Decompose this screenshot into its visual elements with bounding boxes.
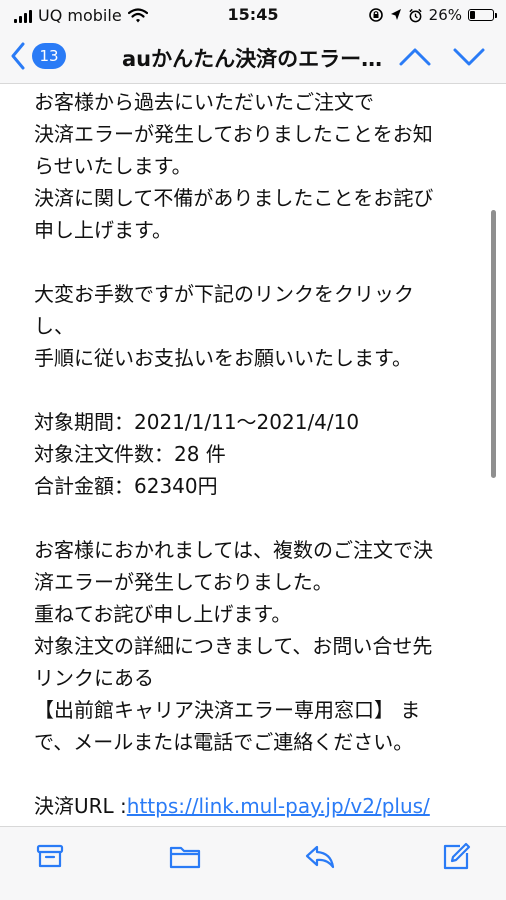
status-bar: UQ mobile 15:45 26% — [0, 0, 506, 30]
message-line: で、メールまたは電話でご連絡ください。 — [34, 730, 414, 754]
message-line: 済エラーが発生しておりました。 — [34, 570, 333, 594]
archive-icon[interactable] — [35, 841, 65, 871]
message-line: お客様から過去にいただいたご注文で — [34, 90, 374, 114]
message-line: 対象注文の詳細につきまして、お問い合せ先 — [34, 634, 433, 658]
payment-url-label: 決済URL : — [34, 794, 127, 818]
message-line: らせいたします。 — [34, 154, 192, 178]
message-line: 手順に従いお支払いをお願いいたします。 — [34, 346, 412, 370]
location-icon — [390, 9, 401, 20]
message-line: 【出前館キャリア決済エラー専用窓口】 ま — [34, 698, 421, 722]
message-body: お客様から過去にいただいたご注文で決済エラーが発生しておりましたことをお知 らせい… — [34, 84, 474, 824]
message-line: し、 — [34, 314, 74, 338]
message-line: 合計金額：62340円 — [34, 474, 218, 498]
battery-percent: 26% — [428, 6, 462, 24]
folder-icon[interactable] — [168, 841, 202, 871]
back-button[interactable]: 13 — [10, 42, 66, 70]
message-line: 対象注文件数：28 件 — [34, 442, 226, 466]
compose-icon[interactable] — [440, 841, 472, 871]
scrollbar[interactable] — [491, 210, 496, 478]
alarm-icon — [409, 8, 422, 22]
message-line: 重ねてお詫び申し上げます。 — [34, 602, 292, 626]
battery-icon — [468, 9, 497, 21]
battery-level — [470, 11, 475, 19]
message-subject: auかんたん決済のエラー… — [122, 47, 382, 71]
chevron-left-icon — [11, 42, 25, 70]
message-line: 決済エラーが発生しておりましたことをお知 — [34, 122, 433, 146]
next-message-button[interactable] — [452, 44, 486, 70]
message-line: お客様におかれましては、複数のご注文で決 — [34, 538, 433, 562]
message-line: 対象期間：2021/1/11～2021/4/10 — [34, 410, 360, 434]
message-line: 決済に関して不備がありましたことをお詫び — [34, 186, 434, 210]
bottom-toolbar — [0, 826, 506, 900]
rotation-lock-icon — [368, 8, 383, 22]
message-line: リンクにある — [34, 666, 154, 690]
payment-url-line: 決済URL :https://link.mul-pay.jp/v2/plus/ — [34, 790, 474, 822]
unread-count-badge: 13 — [32, 43, 66, 69]
reply-icon[interactable] — [303, 841, 337, 871]
message-line: 申し上げます。 — [34, 218, 172, 242]
message-line: 大変お手数ですが下記のリンクをクリック — [34, 282, 414, 306]
payment-url-link[interactable]: https://link.mul-pay.jp/v2/plus/ — [127, 794, 430, 818]
nav-bar: 13 auかんたん決済のエラー… — [0, 30, 506, 84]
mail-screen: UQ mobile 15:45 26% 13 auかんたん決済のエラー… お客様… — [0, 0, 506, 900]
message-text: お客様から過去にいただいたご注文で決済エラーが発生しておりましたことをお知 らせい… — [34, 86, 474, 790]
previous-message-button[interactable] — [398, 44, 432, 70]
